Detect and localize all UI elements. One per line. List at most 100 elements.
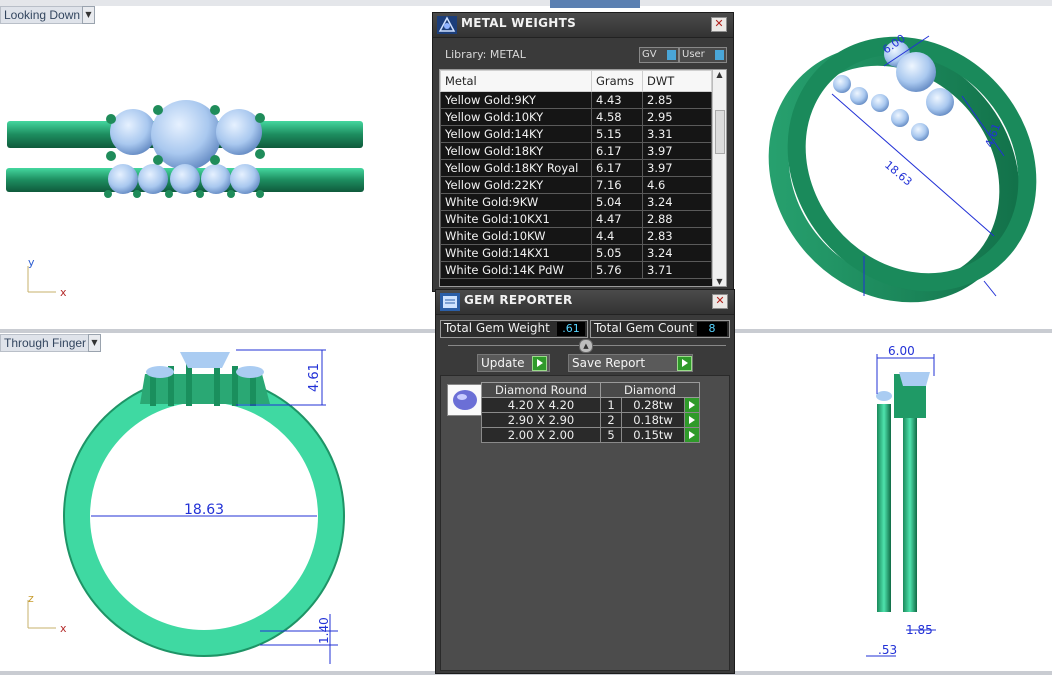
cell-grams: 4.58	[591, 108, 643, 126]
ring-perspective-view: 6.00 18.63 4.61	[768, 32, 1037, 303]
scroll-up-icon[interactable]: ▲	[713, 70, 726, 79]
cell-size: 4.20 X 4.20	[481, 397, 601, 413]
cell-grams: 5.04	[591, 193, 643, 211]
cell-dwt: 4.6	[642, 176, 712, 194]
row-action-play-icon[interactable]	[684, 412, 700, 428]
total-weight-value: .61	[557, 322, 585, 336]
cell-dwt: 3.31	[642, 125, 712, 143]
cell-count: 1	[599, 397, 623, 413]
table-row[interactable]: White Gold:9KW 5.04 3.24	[440, 193, 712, 211]
cell-size: 2.90 X 2.90	[481, 412, 601, 428]
update-label: Update	[481, 356, 525, 370]
toggle-indicator-icon	[715, 50, 724, 60]
table-header-row: Diamond Round Diamond	[481, 382, 700, 398]
cell-count: 5	[599, 427, 623, 443]
dimension-label: .53	[878, 643, 897, 657]
table-row: 4.20 X 4.20 1 0.28tw	[481, 397, 700, 413]
column-header[interactable]: DWT	[642, 70, 712, 92]
diamond-icon	[447, 384, 483, 416]
metal-table-container[interactable]: Metal Grams DWT Yellow Gold:9KY 4.43 2.85 Y…	[439, 69, 727, 287]
dimension-label: 6.00	[888, 344, 915, 358]
user-toggle[interactable]: User	[679, 47, 727, 63]
close-icon[interactable]: ✕	[712, 294, 728, 309]
cell-grams: 5.15	[591, 125, 643, 143]
table-row: 2.90 X 2.90 2 0.18tw	[481, 412, 700, 428]
cell-dwt: 3.24	[642, 244, 712, 262]
hidden-tab[interactable]	[550, 0, 640, 8]
table-row[interactable]: White Gold:10KX1 4.47 2.88	[440, 210, 712, 228]
cell-metal: White Gold:14K PdW	[440, 261, 592, 279]
cell-metal: White Gold:10KX1	[440, 210, 592, 228]
play-icon[interactable]	[532, 356, 547, 371]
toggle-indicator-icon	[667, 50, 676, 60]
dimension-label: 1.85	[906, 623, 933, 637]
cell-grams: 5.05	[591, 244, 643, 262]
cell-size: 2.00 X 2.00	[481, 427, 601, 443]
gem-reporter-titlebar[interactable]: GEM REPORTER ✕	[436, 290, 734, 315]
table-row: 2.00 X 2.00 5 0.15tw	[481, 427, 700, 443]
cell-grams: 7.16	[591, 176, 643, 194]
metal-weights-titlebar[interactable]: METAL WEIGHTS ✕	[433, 13, 733, 38]
metal-table: Metal Grams DWT Yellow Gold:9KY 4.43 2.85 Y…	[440, 70, 712, 279]
table-header-row: Metal Grams DWT	[440, 70, 712, 92]
row-action-play-icon[interactable]	[684, 427, 700, 443]
table-row[interactable]: Yellow Gold:9KY 4.43 2.85	[440, 91, 712, 109]
cell-dwt: 2.88	[642, 210, 712, 228]
cell-metal: Yellow Gold:22KY	[440, 176, 592, 194]
cell-grams: 4.47	[591, 210, 643, 228]
cell-metal: White Gold:9KW	[440, 193, 592, 211]
dimension-label: 4.61	[307, 363, 322, 392]
viewport-looking-down[interactable]: Looking Down ▼ y x	[0, 6, 430, 328]
ring-side-view: 6.00 .53 1.85	[866, 344, 936, 657]
gem-report-icon	[440, 293, 460, 311]
table-row[interactable]: Yellow Gold:18KY 6.17 3.97	[440, 142, 712, 160]
column-header[interactable]: Grams	[591, 70, 643, 92]
table-row[interactable]: White Gold:14K PdW 5.76 3.71	[440, 261, 712, 279]
cell-metal: Yellow Gold:18KY	[440, 142, 592, 160]
cell-dwt: 3.24	[642, 193, 712, 211]
axis-z-label: z	[28, 592, 34, 605]
total-weight-label: Total Gem Weight	[444, 321, 550, 335]
collapse-toggle-icon[interactable]: ▲	[579, 339, 593, 353]
total-gem-count-field: Total Gem Count 8	[590, 320, 730, 338]
gv-toggle[interactable]: GV	[639, 47, 679, 63]
metal-weights-panel: METAL WEIGHTS ✕ Library: METAL GV User M…	[432, 12, 734, 292]
gv-label: GV	[642, 49, 657, 60]
save-report-label: Save Report	[572, 356, 646, 370]
table-row[interactable]: White Gold:10KW 4.4 2.83	[440, 227, 712, 245]
cell-dwt: 3.97	[642, 142, 712, 160]
cell-weight: 0.28tw	[621, 397, 685, 413]
cell-metal: Yellow Gold:18KY Royal	[440, 159, 592, 177]
cell-grams: 6.17	[591, 142, 643, 160]
viewport-perspective[interactable]: 6.00 18.63 4.61	[734, 6, 1052, 328]
column-header[interactable]: Metal	[440, 70, 592, 92]
play-icon[interactable]	[677, 356, 692, 371]
table-row[interactable]: White Gold:14KX1 5.05 3.24	[440, 244, 712, 262]
scrollbar-thumb[interactable]	[715, 110, 725, 154]
cell-dwt: 3.97	[642, 159, 712, 177]
save-report-button[interactable]: Save Report	[568, 354, 693, 372]
dimension-label: 18.63	[184, 502, 224, 518]
cell-grams: 5.76	[591, 261, 643, 279]
cell-metal: White Gold:10KW	[440, 227, 592, 245]
table-row[interactable]: Yellow Gold:10KY 4.58 2.95	[440, 108, 712, 126]
cell-metal: Yellow Gold:9KY	[440, 91, 592, 109]
cell-dwt: 2.83	[642, 227, 712, 245]
column-header: Diamond Round	[481, 382, 601, 398]
viewport-side[interactable]: 6.00 .53 1.85	[736, 334, 1052, 670]
table-row[interactable]: Yellow Gold:18KY Royal 6.17 3.97	[440, 159, 712, 177]
table-row[interactable]: Yellow Gold:14KY 5.15 3.31	[440, 125, 712, 143]
column-header: Diamond	[600, 382, 700, 398]
axis-indicator: z x	[24, 592, 84, 636]
axis-x-label: x	[60, 622, 67, 635]
close-icon[interactable]: ✕	[711, 17, 727, 32]
scrollbar[interactable]: ▲ ▼	[712, 70, 726, 286]
viewport-through-finger[interactable]: Through Finger ▼ 18.63 4.61 1.40 z x	[0, 334, 435, 670]
table-row[interactable]: Yellow Gold:22KY 7.16 4.6	[440, 176, 712, 194]
cell-weight: 0.15tw	[621, 427, 685, 443]
metal-weights-icon	[437, 16, 457, 34]
row-action-play-icon[interactable]	[684, 397, 700, 413]
cell-dwt: 3.71	[642, 261, 712, 279]
scroll-down-icon[interactable]: ▼	[713, 277, 726, 286]
axis-y-label: y	[28, 256, 35, 269]
